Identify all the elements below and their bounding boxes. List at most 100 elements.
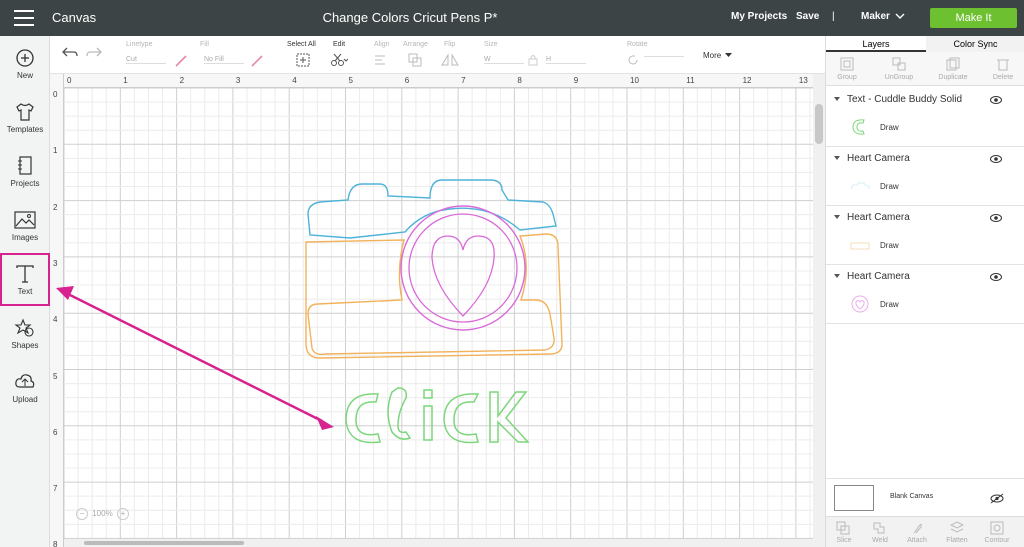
- attach-icon[interactable]: [910, 521, 924, 535]
- select-all-icon[interactable]: [296, 53, 310, 67]
- flip-icon[interactable]: [441, 53, 459, 67]
- make-it-button[interactable]: Make It: [930, 8, 1017, 28]
- group-icon[interactable]: [840, 57, 854, 71]
- sidebar-item-text[interactable]: Text: [0, 253, 50, 306]
- height-field[interactable]: H: [546, 56, 586, 64]
- layer-name: Text - Cuddle Buddy Solid: [847, 94, 963, 105]
- more-menu[interactable]: More: [703, 51, 721, 60]
- sidebar-label: Images: [11, 233, 39, 242]
- linetype-select[interactable]: Cut: [126, 56, 166, 64]
- align-icon[interactable]: [374, 54, 390, 66]
- upload-icon: [15, 374, 35, 388]
- layer-operation: Draw: [880, 123, 899, 132]
- layer-thumbnail: [851, 295, 869, 313]
- layer-operation: Draw: [880, 241, 899, 250]
- group-label: Group: [837, 74, 857, 81]
- sidebar-item-projects[interactable]: Projects: [0, 156, 50, 188]
- layer-item[interactable]: Text - Cuddle Buddy Solid Draw: [826, 88, 1024, 147]
- save-button[interactable]: Save: [796, 11, 819, 22]
- size-label: Size: [484, 41, 498, 48]
- eye-icon[interactable]: [990, 272, 1002, 282]
- linetype-label: Linetype: [126, 41, 153, 48]
- delete-icon[interactable]: [996, 57, 1010, 71]
- width-field[interactable]: W: [484, 56, 524, 64]
- fill-label: Fill: [200, 41, 209, 48]
- shirt-icon: [16, 103, 34, 121]
- sidebar-item-upload[interactable]: Upload: [0, 372, 50, 404]
- scissors-icon[interactable]: [330, 53, 348, 67]
- edit-label: Edit: [333, 41, 346, 48]
- eye-icon[interactable]: [990, 95, 1002, 105]
- sidebar-item-templates[interactable]: Templates: [0, 102, 50, 134]
- redo-icon[interactable]: [86, 46, 102, 58]
- layer-item[interactable]: Heart Camera Draw: [826, 147, 1024, 206]
- zoom-in-icon[interactable]: +: [116, 508, 129, 520]
- sidebar-item-images[interactable]: Images: [0, 210, 50, 242]
- ungroup-icon[interactable]: [892, 57, 906, 71]
- my-projects-link[interactable]: My Projects: [731, 11, 787, 22]
- machine-select[interactable]: Maker: [861, 11, 890, 22]
- sidebar-label: Upload: [12, 395, 38, 404]
- contour-icon[interactable]: [990, 521, 1004, 535]
- layer-name: Heart Camera: [847, 212, 910, 223]
- layers-panel: Layers Color Sync Group UnGroup Duplicat…: [825, 36, 1024, 547]
- tab-layers[interactable]: Layers: [826, 36, 926, 52]
- collapse-caret-icon[interactable]: [834, 97, 840, 101]
- annotation-arrow: [56, 286, 334, 430]
- rotate-field[interactable]: [644, 56, 684, 57]
- panel-tabs: Layers Color Sync: [826, 36, 1024, 52]
- fill-color-icon[interactable]: [250, 54, 264, 68]
- layer-item[interactable]: Heart Camera Draw: [826, 206, 1024, 265]
- zoom-level: 100%: [92, 509, 113, 518]
- projects-icon: [18, 156, 32, 175]
- collapse-caret-icon[interactable]: [834, 215, 840, 219]
- eye-icon[interactable]: [990, 213, 1002, 223]
- text-icon: [16, 265, 34, 283]
- linetype-color-icon[interactable]: [174, 54, 188, 68]
- sidebar-item-new[interactable]: New: [0, 48, 50, 80]
- document-title: Change Colors Cricut Pens P*: [322, 10, 498, 25]
- divider: |: [832, 11, 835, 22]
- eye-hidden-icon[interactable]: [990, 493, 1004, 504]
- layer-name: Heart Camera: [847, 153, 910, 164]
- zoom-out-icon[interactable]: −: [76, 508, 88, 520]
- undo-icon[interactable]: [62, 46, 78, 58]
- layer-thumbnail: [850, 242, 870, 250]
- zoom-control[interactable]: − 100% +: [76, 508, 129, 520]
- horizontal-scrollbar[interactable]: [64, 539, 813, 547]
- tab-color-sync[interactable]: Color Sync: [926, 36, 1024, 52]
- blank-canvas-swatch[interactable]: [834, 485, 874, 511]
- lock-icon[interactable]: [528, 54, 538, 66]
- scroll-thumb[interactable]: [815, 104, 823, 144]
- collapse-caret-icon[interactable]: [834, 274, 840, 278]
- design-canvas[interactable]: 0 1 2 3 4 5 6 7 8 9 10 11 12 13 012345678 − 100% +: [50, 74, 813, 547]
- ungroup-label: UnGroup: [884, 74, 914, 81]
- chevron-down-icon[interactable]: [895, 13, 905, 20]
- sidebar-label: New: [16, 71, 33, 80]
- weld-icon[interactable]: [872, 521, 886, 535]
- image-icon: [14, 211, 36, 229]
- scroll-thumb[interactable]: [84, 541, 244, 545]
- arrange-icon[interactable]: [408, 53, 424, 67]
- sidebar-item-shapes[interactable]: Shapes: [0, 318, 50, 350]
- duplicate-label: Duplicate: [938, 74, 968, 81]
- attach-label: Attach: [907, 537, 927, 544]
- delete-label: Delete: [992, 74, 1014, 81]
- layer-operation: Draw: [880, 182, 899, 191]
- layer-name: Heart Camera: [847, 271, 910, 282]
- collapse-caret-icon[interactable]: [834, 156, 840, 160]
- layer-item[interactable]: Heart Camera Draw: [826, 265, 1024, 324]
- vertical-scrollbar[interactable]: [813, 74, 825, 547]
- flatten-label: Flatten: [946, 537, 968, 544]
- eye-icon[interactable]: [990, 154, 1002, 164]
- slice-icon[interactable]: [836, 521, 850, 535]
- rotate-icon[interactable]: [627, 54, 639, 66]
- panel-bottom-tools: Slice Weld Attach Flatten Contour: [826, 516, 1024, 547]
- plus-circle-icon: [16, 49, 34, 67]
- flatten-icon[interactable]: [950, 521, 964, 535]
- fill-select[interactable]: No Fill: [204, 56, 244, 64]
- blank-canvas-row[interactable]: Blank Canvas: [826, 478, 1024, 516]
- caret-down-icon[interactable]: [725, 53, 732, 58]
- duplicate-icon[interactable]: [946, 57, 960, 71]
- top-bar: Canvas Change Colors Cricut Pens P* My P…: [0, 0, 1024, 36]
